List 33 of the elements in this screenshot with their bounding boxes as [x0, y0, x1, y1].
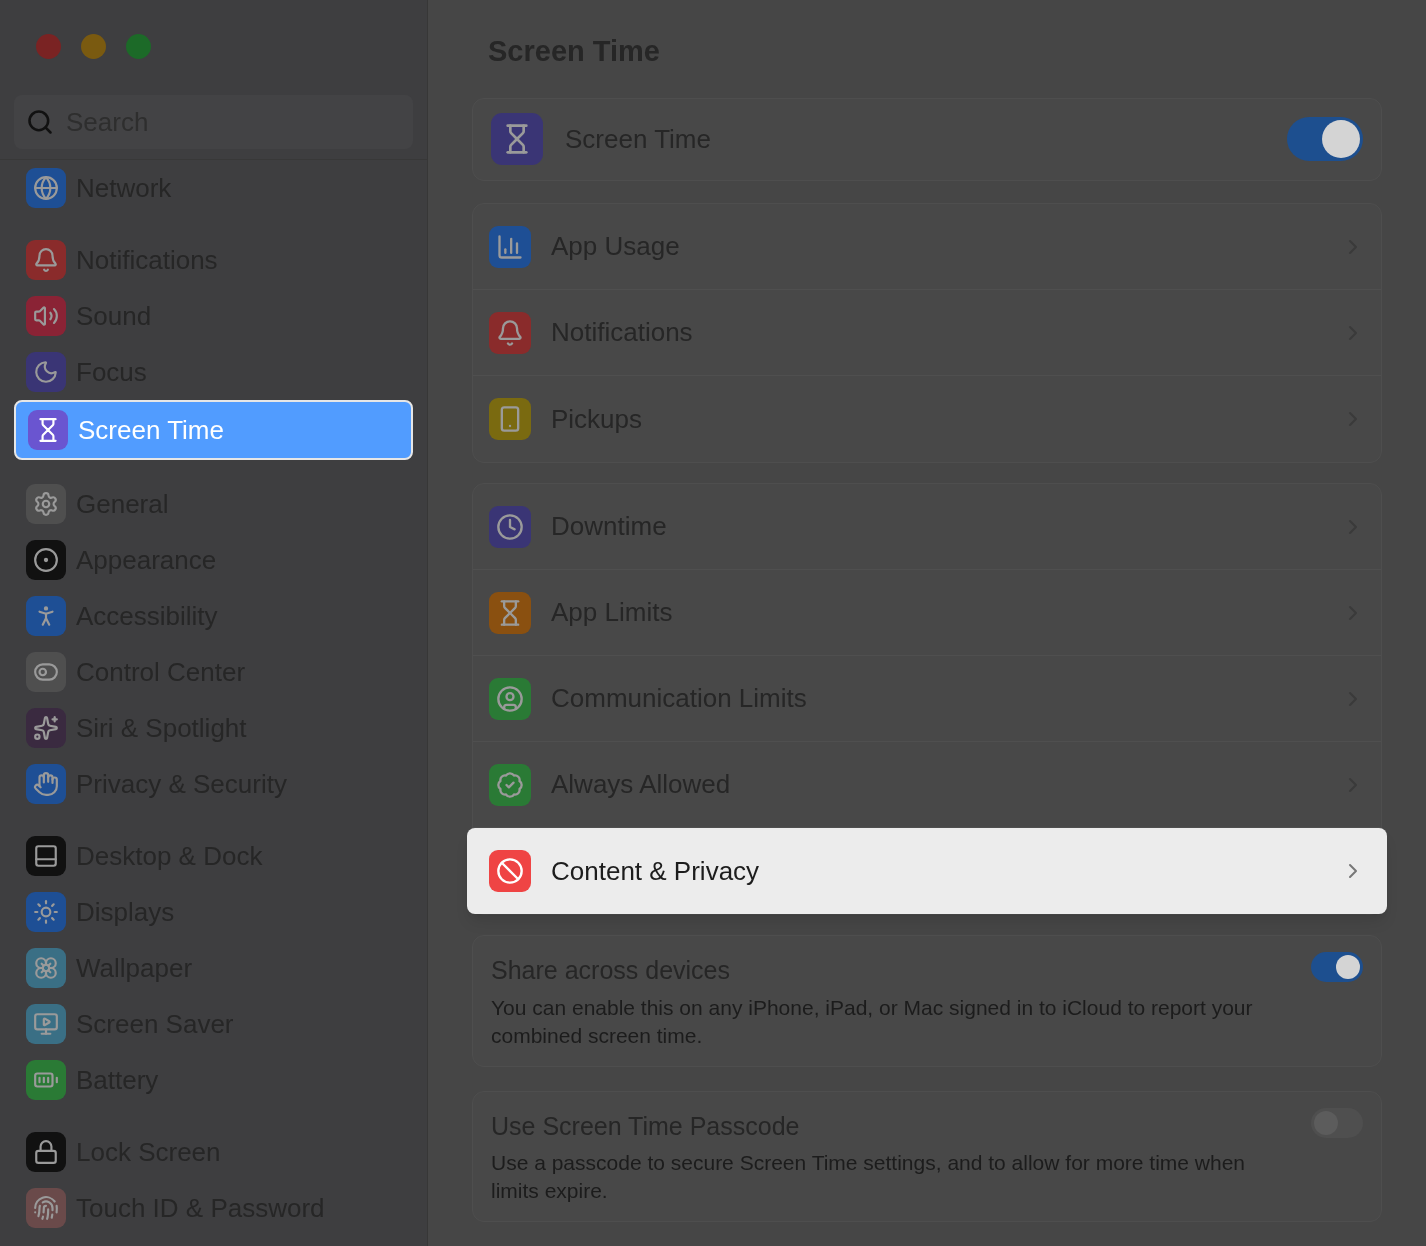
person-icon — [26, 596, 66, 636]
minimize-button[interactable] — [81, 34, 106, 59]
no-entry-icon — [489, 850, 531, 892]
close-button[interactable] — [36, 34, 61, 59]
hand-icon — [26, 764, 66, 804]
badge-check-icon — [489, 763, 531, 806]
search-icon — [26, 108, 54, 136]
screen-icon — [26, 1004, 66, 1044]
clock-icon — [489, 505, 531, 548]
battery-icon — [26, 1060, 66, 1100]
dock-icon — [26, 836, 66, 876]
hourglass-icon — [489, 591, 531, 634]
flower-icon — [26, 948, 66, 988]
phone-icon — [489, 398, 531, 440]
speaker-icon — [26, 296, 66, 336]
bell-icon — [489, 311, 531, 354]
gear-icon — [26, 484, 66, 524]
toggle-switch[interactable] — [1287, 117, 1363, 162]
globe-icon — [26, 168, 66, 208]
hourglass-icon — [28, 410, 68, 450]
sun-icon — [26, 892, 66, 932]
hourglass-icon — [491, 113, 543, 166]
bar-chart-icon — [489, 225, 531, 268]
toggle-switch[interactable] — [1311, 952, 1363, 982]
fingerprint-icon — [26, 1188, 66, 1228]
bell-icon — [26, 240, 66, 280]
person-icon — [489, 677, 531, 720]
sparkle-icon — [26, 708, 66, 748]
zoom-button[interactable] — [126, 34, 151, 59]
sidebar-item[interactable]: Screen Time — [14, 400, 413, 460]
settings-row[interactable]: Content & Privacy — [467, 828, 1387, 914]
lock-icon — [26, 1132, 66, 1172]
moon-icon — [26, 352, 66, 392]
